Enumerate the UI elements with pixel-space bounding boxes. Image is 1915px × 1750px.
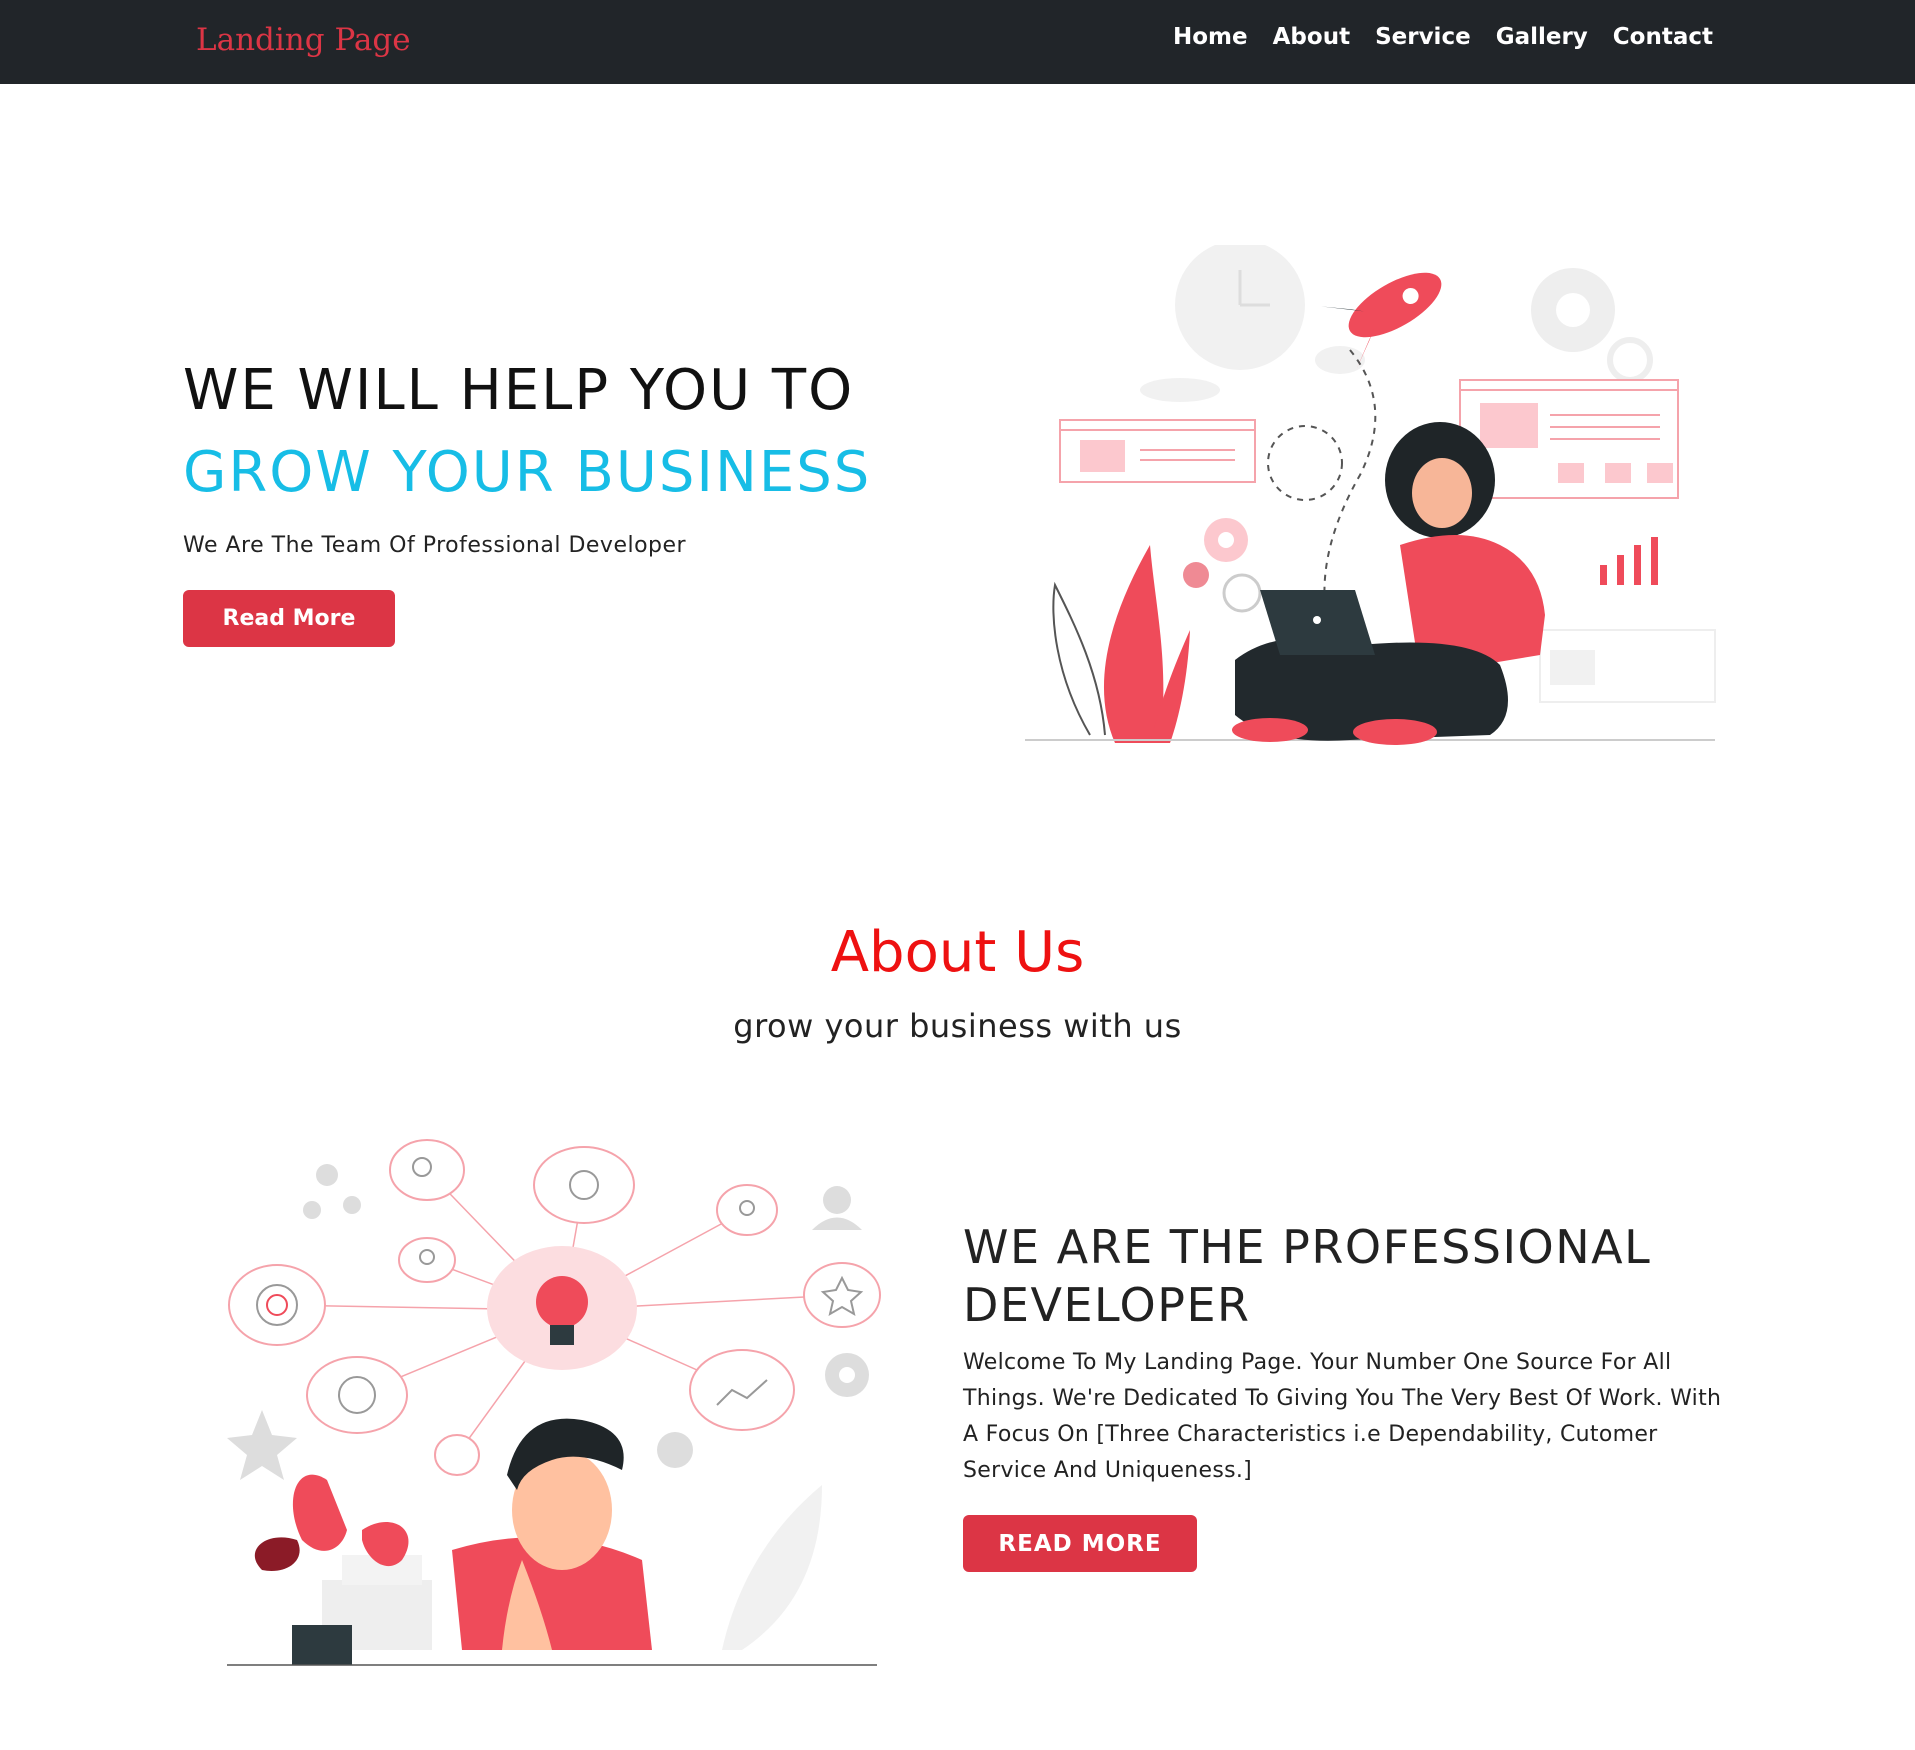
about-read-more-button[interactable]: READ MORE xyxy=(963,1515,1197,1572)
hero-read-more-button[interactable]: Read More xyxy=(183,590,395,647)
about-subtitle: grow your business with us xyxy=(733,1007,1182,1045)
nav-links: Home About Service Gallery Contact xyxy=(1173,24,1713,50)
hero-subtitle: We Are The Team Of Professional Develope… xyxy=(183,533,687,558)
about-heading: WE ARE THE PROFESSIONAL DEVELOPER xyxy=(963,1220,1652,1332)
about-illustration xyxy=(227,1139,881,1666)
hero-title-line1: WE WILL HELP YOU TO xyxy=(183,358,855,423)
nav-link-gallery[interactable]: Gallery xyxy=(1496,24,1588,50)
navbar: Landing Page Home About Service Gallery … xyxy=(0,0,1915,84)
about-title: About Us xyxy=(830,920,1085,985)
hero-title-line2: GROW YOUR BUSINESS xyxy=(183,440,872,505)
about-body-text: Welcome To My Landing Page. Your Number … xyxy=(963,1350,1722,1483)
nav-link-service[interactable]: Service xyxy=(1375,24,1471,50)
nav-link-home[interactable]: Home xyxy=(1173,24,1248,50)
nav-link-contact[interactable]: Contact xyxy=(1613,24,1713,50)
brand-link[interactable]: Landing Page xyxy=(196,22,411,58)
hero-illustration xyxy=(1025,245,1716,745)
nav-link-about[interactable]: About xyxy=(1273,24,1350,50)
